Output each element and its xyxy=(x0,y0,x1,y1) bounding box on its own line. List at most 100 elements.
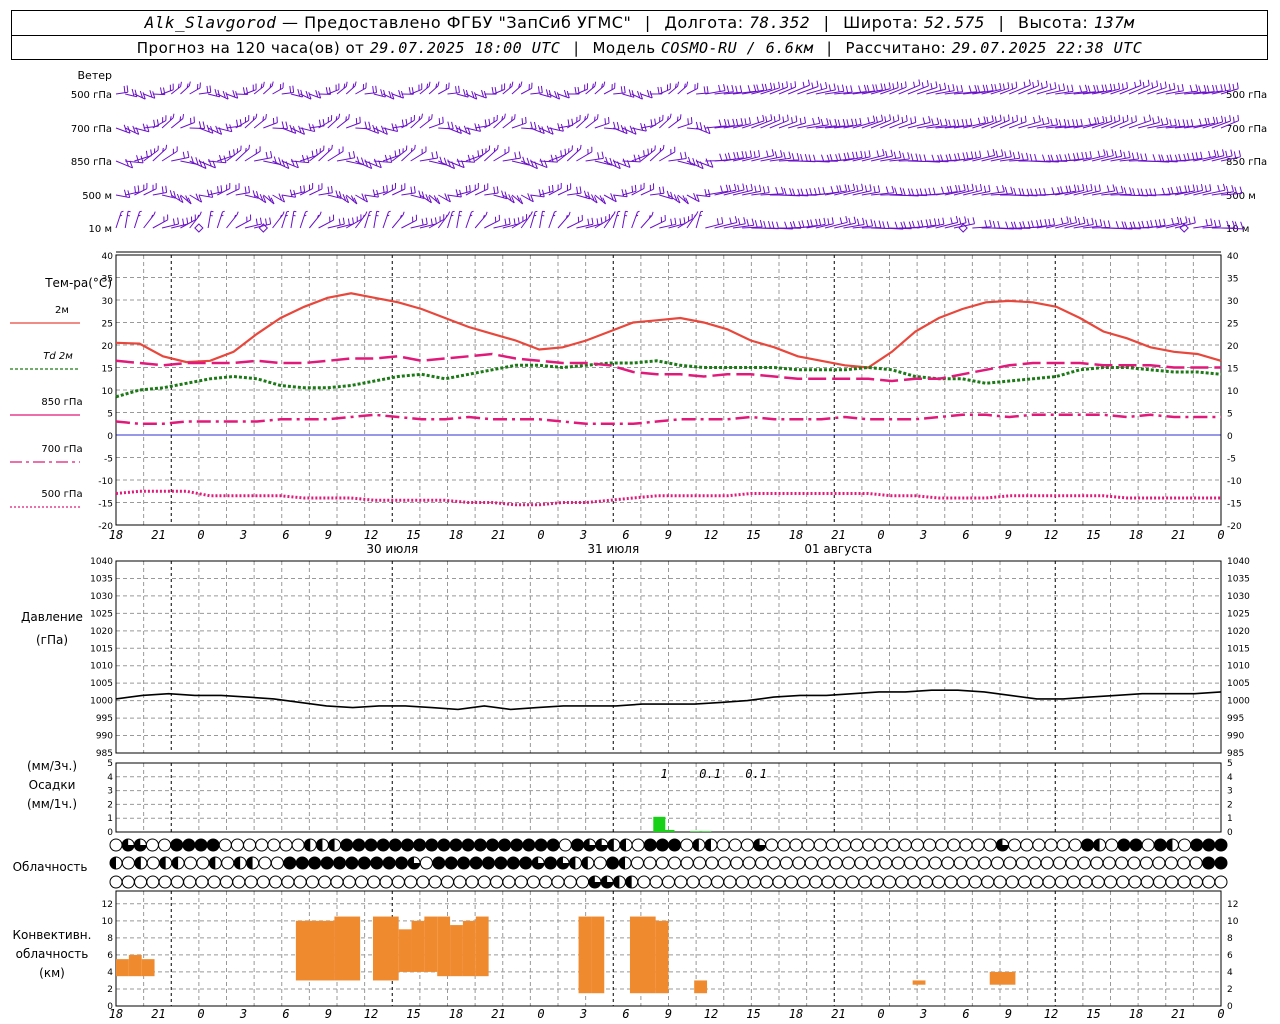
time-tick-label: 18 xyxy=(789,528,803,542)
precip-tick-label-right: 3 xyxy=(1227,787,1233,797)
wind-barb xyxy=(327,146,344,162)
cloud-symbol xyxy=(797,875,811,889)
cloud-symbol xyxy=(432,856,446,870)
cloud-symbol xyxy=(1065,856,1079,870)
precip-tick-label-left: 2 xyxy=(107,800,113,810)
cloud-symbol xyxy=(502,875,516,889)
wind-barb xyxy=(990,186,1014,196)
cloud-symbol xyxy=(391,875,405,889)
precip-tick-label-right: 1 xyxy=(1227,814,1233,824)
temp-tick-label-left: 5 xyxy=(107,410,113,420)
temp-tick-label-left: 15 xyxy=(102,365,113,375)
cloud-symbol xyxy=(1129,838,1143,852)
wind-barb xyxy=(373,125,388,135)
time-tick-label: 9 xyxy=(665,528,672,542)
wind-barb xyxy=(226,211,239,229)
cloud-symbol-half xyxy=(1093,839,1100,851)
cloud-symbol xyxy=(308,856,322,870)
cloud-symbol xyxy=(1080,838,1094,852)
wind-barb xyxy=(124,210,131,229)
time-tick-label: 0 xyxy=(877,528,884,542)
cloud-symbol xyxy=(514,875,528,889)
wind-barb xyxy=(438,82,450,95)
time-tick-label-bottom: 3 xyxy=(239,1007,247,1021)
pressure-tick-label-right: 1025 xyxy=(1227,609,1250,619)
cloud-symbol xyxy=(631,838,645,852)
cloud-symbol xyxy=(413,838,427,852)
wind-barb xyxy=(1156,118,1177,129)
cloud-symbol xyxy=(534,838,548,852)
cloud-symbol xyxy=(655,856,669,870)
wind-barb xyxy=(640,211,654,229)
cloud-symbol xyxy=(498,838,512,852)
temp-tick-label-right: 40 xyxy=(1227,252,1239,262)
cloud-symbol xyxy=(526,875,540,889)
time-tick-label: 0 xyxy=(1217,528,1224,542)
time-tick-label-bottom: 0 xyxy=(1217,1007,1224,1021)
time-tick-label-bottom: 18 xyxy=(109,1007,123,1021)
temp-tick-label-left: -5 xyxy=(104,455,113,465)
wind-barb xyxy=(631,182,645,196)
cloud-symbol xyxy=(1068,838,1082,852)
cloud-symbol xyxy=(376,838,390,852)
cloud-symbol xyxy=(966,856,980,870)
wind-barb xyxy=(198,189,214,198)
cloud-symbol xyxy=(817,856,831,870)
cloud-symbol xyxy=(1140,875,1154,889)
cloud-symbol xyxy=(146,875,160,889)
cloud-symbol xyxy=(256,875,270,889)
temp-tick-label-right: 25 xyxy=(1227,320,1238,330)
cloud-symbol xyxy=(355,875,369,889)
cloud-symbol-half xyxy=(159,857,166,869)
cloud-symbol xyxy=(643,856,657,870)
temp-legend-label: 700 гПа xyxy=(41,444,82,455)
cloud-symbol xyxy=(968,875,982,889)
wind-barb xyxy=(235,214,252,229)
conv-bar xyxy=(629,916,656,994)
cloud-symbol xyxy=(109,838,123,852)
cloud-symbol xyxy=(728,838,742,852)
wind-barb xyxy=(355,121,371,130)
wind-barb xyxy=(272,121,289,130)
cloud-symbol xyxy=(519,856,533,870)
cloud-symbol xyxy=(755,856,769,870)
time-tick-label-bottom: 3 xyxy=(919,1007,927,1021)
conv-bar xyxy=(398,929,412,972)
time-tick-label: 21 xyxy=(831,528,845,542)
conv-axis-title-2: облачность xyxy=(16,947,89,961)
cloud-symbol xyxy=(473,838,487,852)
conv-bar xyxy=(334,916,361,981)
cloud-symbol xyxy=(730,856,744,870)
cloud-symbol xyxy=(693,856,707,870)
wind-level-label: 500 гПа xyxy=(71,90,112,101)
wind-barb xyxy=(566,214,583,229)
wind-barb xyxy=(465,210,474,229)
wind-barb xyxy=(530,189,545,198)
wind-barb xyxy=(1082,115,1105,129)
temp-tick-label-left: -15 xyxy=(98,500,113,510)
wind-barb xyxy=(373,210,380,229)
wind-barb xyxy=(401,186,416,196)
precip-axis-title: Осадки xyxy=(29,778,76,792)
cloud-symbol xyxy=(742,856,756,870)
cloud-symbol-half xyxy=(209,857,216,869)
cloud-symbol-half xyxy=(1166,839,1173,851)
wind-barb xyxy=(217,183,231,196)
pressure-tick-label-right: 990 xyxy=(1227,732,1244,742)
wind-barb xyxy=(134,183,148,196)
pressure-tick-label-left: 1015 xyxy=(90,644,113,654)
time-tick-label-bottom: 21 xyxy=(491,1007,505,1021)
wind-barb xyxy=(659,190,674,200)
conv-bar xyxy=(424,916,438,972)
time-tick-label-bottom: 12 xyxy=(704,1007,718,1021)
day-label: 30 июля xyxy=(366,542,418,556)
cloud-symbol xyxy=(1003,856,1017,870)
conv-bar xyxy=(437,916,451,977)
cloud-symbol xyxy=(1190,838,1204,852)
conv-bar xyxy=(578,916,592,994)
cloud-symbol xyxy=(674,875,688,889)
wind-barb xyxy=(161,113,175,129)
cloud-symbol xyxy=(357,856,371,870)
cloud-symbol xyxy=(643,838,657,852)
cloud-symbol xyxy=(1102,856,1116,870)
